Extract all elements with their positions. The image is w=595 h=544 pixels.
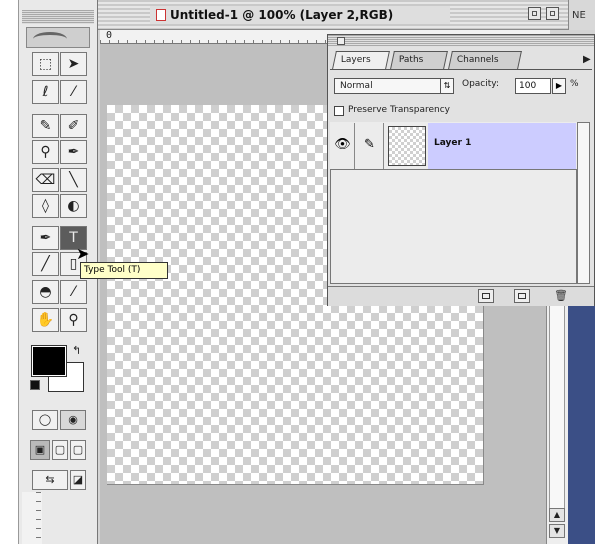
opacity-slider-arrow-icon[interactable]: ▶ (552, 78, 566, 94)
lasso-tool-button[interactable]: ℓ (32, 80, 59, 104)
vertical-ruler[interactable] (22, 492, 42, 544)
measure-tool-button[interactable]: ╱ (32, 252, 59, 276)
zoom-tool-button[interactable]: ⚲ (60, 308, 87, 332)
tool-tooltip: Type Tool (T) (80, 262, 168, 279)
move-tool-button[interactable]: ➤ (60, 52, 87, 76)
collapse-box-inner (532, 11, 537, 16)
preserve-transparency-label: Preserve Transparency (348, 105, 450, 115)
new-layer-inner (518, 293, 526, 299)
eye-visibility-icon[interactable]: 👁 (331, 123, 355, 169)
zoom-box-inner (550, 11, 555, 16)
add-layer-mask-icon[interactable] (478, 289, 494, 303)
standard-mode-button[interactable]: ◯ (32, 410, 58, 430)
paintbrush-tool-button[interactable]: ✐ (60, 114, 87, 138)
opacity-unit: % (570, 79, 579, 89)
blur-tool-button[interactable]: ◊ (32, 194, 59, 218)
logo-eye-icon (33, 32, 67, 46)
default-colors-icon[interactable] (30, 380, 40, 390)
ruler-zero-label: 0 (106, 30, 113, 41)
preserve-transparency-checkbox[interactable] (334, 106, 344, 116)
blend-mode-arrow-icon[interactable]: ⇅ (440, 79, 453, 93)
pen-tool-button[interactable]: ✒ (32, 226, 59, 250)
new-layer-icon[interactable] (514, 289, 530, 303)
swap-colors-icon[interactable]: ↰ (72, 344, 81, 357)
palette-close-icon[interactable] (337, 37, 345, 45)
jump-to-imageready-button[interactable]: ⇆ (32, 470, 68, 490)
toolbox-titlebar[interactable] (22, 10, 94, 24)
opacity-input[interactable]: 100 (515, 78, 551, 94)
tab-layers[interactable]: Layers (332, 51, 390, 69)
tab-label: Layers (340, 55, 371, 65)
mouse-cursor-icon: ➤ (76, 244, 90, 263)
marquee-tool-button[interactable]: ⬚ (32, 52, 59, 76)
dodge-tool-button[interactable]: ◐ (60, 194, 87, 218)
layer-name: Layer 1 (434, 138, 472, 148)
airbrush-tool-button[interactable]: ✎ (32, 114, 59, 138)
zoom-box-icon[interactable] (546, 7, 559, 20)
rubber-stamp-tool-button[interactable]: ⚲ (32, 140, 59, 164)
foreground-color-swatch[interactable] (31, 345, 67, 377)
paintbrush-link-icon[interactable]: ✎ (356, 123, 384, 169)
toolbox-logo[interactable] (26, 27, 90, 48)
layer-thumbnail (388, 126, 426, 166)
collapse-box-icon[interactable] (528, 7, 541, 20)
tab-paths[interactable]: Paths (390, 51, 448, 69)
background-window-title: NE (572, 10, 586, 21)
document-icon (156, 9, 166, 21)
screen-mode-standard-button[interactable]: ▣ (30, 440, 50, 460)
history-brush-tool-button[interactable]: ✒ (60, 140, 87, 164)
trash-icon[interactable]: 🗑 (554, 289, 568, 302)
document-title: Untitled-1 @ 100% (Layer 2,RGB) (150, 6, 450, 24)
magic-wand-tool-button[interactable]: ⁄ (60, 80, 87, 104)
eyedropper-tool-button[interactable]: ⁄ (60, 280, 87, 304)
tab-channels[interactable]: Channels (448, 51, 522, 69)
palette-menu-arrow-icon[interactable]: ▶ (583, 54, 591, 65)
tab-label: Channels (456, 55, 499, 65)
tab-label: Paths (398, 55, 424, 65)
mask-icon-inner (482, 293, 490, 299)
opacity-label: Opacity: (462, 79, 499, 89)
scroll-down-arrow-icon[interactable]: ▼ (549, 524, 565, 538)
scroll-up-arrow-icon[interactable]: ▲ (549, 508, 565, 522)
screen-mode-full-menu-button[interactable]: ▢ (52, 440, 68, 460)
scrollbar-track[interactable] (549, 300, 565, 522)
screen-mode-full-button[interactable]: ▢ (70, 440, 86, 460)
paint-bucket-tool-button[interactable]: ◓ (32, 280, 59, 304)
eraser-tool-button[interactable]: ⌫ (32, 168, 59, 192)
jump-to-app-icon[interactable]: ◪ (70, 470, 86, 490)
pencil-tool-button[interactable]: ╲ (60, 168, 87, 192)
quick-mask-button[interactable]: ◉ (60, 410, 86, 430)
palette-scrollbar[interactable] (577, 122, 590, 284)
palette-titlebar[interactable] (328, 35, 594, 47)
blend-mode-select[interactable]: Normal (334, 78, 454, 94)
hand-tool-button[interactable]: ✋ (32, 308, 59, 332)
